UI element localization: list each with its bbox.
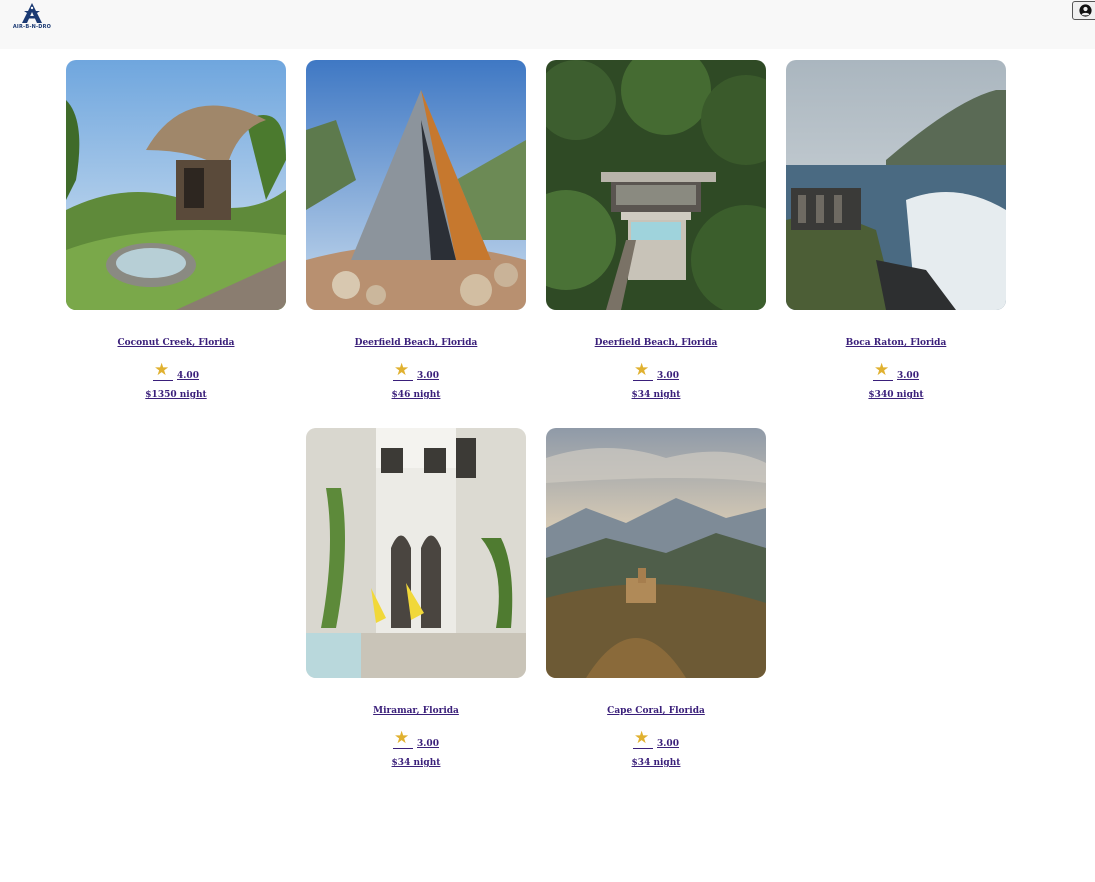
site-logo[interactable]: AIR-B-N-DRO: [10, 2, 54, 34]
listing-card[interactable]: Cape Coral, Florida ★ 3.00 $34 night: [546, 428, 766, 768]
profile-menu-button[interactable]: [1072, 1, 1095, 20]
rating-value: 3.00: [657, 371, 679, 381]
star-icon: ★: [394, 728, 410, 748]
star-icon: ★: [634, 360, 650, 380]
listing-price[interactable]: $34 night: [546, 390, 766, 400]
listing-location[interactable]: Coconut Creek, Florida: [66, 338, 286, 348]
listing-photo[interactable]: [546, 428, 766, 678]
rating-value: 3.00: [417, 371, 439, 381]
listing-location[interactable]: Cape Coral, Florida: [546, 706, 766, 716]
rating-value: 4.00: [177, 371, 199, 381]
listing-price[interactable]: $1350 night: [66, 390, 286, 400]
star-icon: ★: [874, 360, 890, 380]
listing-price[interactable]: $46 night: [306, 390, 526, 400]
listing-card[interactable]: Deerfield Beach, Florida ★ 3.00 $34 nigh…: [546, 60, 766, 400]
listing-rating: ★ 3.00: [786, 360, 1006, 381]
listing-location[interactable]: Boca Raton, Florida: [786, 338, 1006, 348]
listing-photo[interactable]: [306, 428, 526, 678]
logo-text: AIR-B-N-DRO: [12, 24, 52, 30]
user-circle-icon: [1078, 4, 1092, 17]
star-icon: ★: [634, 728, 650, 748]
listing-card[interactable]: Miramar, Florida ★ 3.00 $34 night: [306, 428, 526, 768]
listing-price[interactable]: $34 night: [306, 758, 526, 768]
listing-photo[interactable]: [66, 60, 286, 310]
listing-card[interactable]: Deerfield Beach, Florida ★ 3.00 $46 nigh…: [306, 60, 526, 400]
rating-value: 3.00: [897, 371, 919, 381]
rating-value: 3.00: [657, 739, 679, 749]
listing-location[interactable]: Deerfield Beach, Florida: [306, 338, 526, 348]
top-nav: AIR-B-N-DRO: [0, 0, 1095, 49]
logo-a-icon: [22, 3, 42, 23]
listing-location[interactable]: Miramar, Florida: [306, 706, 526, 716]
listing-location[interactable]: Deerfield Beach, Florida: [546, 338, 766, 348]
listing-card[interactable]: Coconut Creek, Florida ★ 4.00 $1350 nigh…: [66, 60, 286, 400]
listing-rating: ★ 3.00: [546, 360, 766, 381]
star-icon: ★: [394, 360, 410, 380]
rating-value: 3.00: [417, 739, 439, 749]
star-icon: ★: [154, 360, 170, 380]
listing-rating: ★ 3.00: [306, 360, 526, 381]
listing-price[interactable]: $340 night: [786, 390, 1006, 400]
listing-photo[interactable]: [546, 60, 766, 310]
listing-photo[interactable]: [306, 60, 526, 310]
listing-rating: ★ 3.00: [306, 728, 526, 749]
listing-rating: ★ 3.00: [546, 728, 766, 749]
listing-photo[interactable]: [786, 60, 1006, 310]
listing-card[interactable]: Boca Raton, Florida ★ 3.00 $340 night: [786, 60, 1006, 400]
listing-rating: ★ 4.00: [66, 360, 286, 381]
listing-price[interactable]: $34 night: [546, 758, 766, 768]
